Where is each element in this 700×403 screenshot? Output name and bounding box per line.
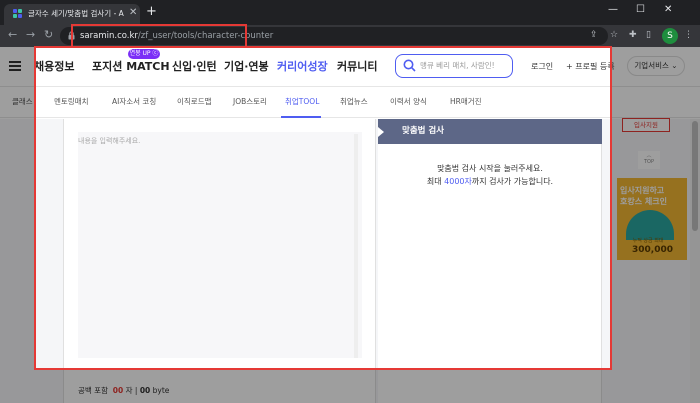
dim-overlay-left (0, 47, 34, 403)
back-button[interactable]: ← (8, 28, 17, 42)
reload-button[interactable]: ↻ (44, 28, 53, 42)
sidepanel-icon[interactable]: ▯ (646, 29, 651, 41)
browser-tabstrip: 글자수 세기/맞춤법 검사기 - AI ✕ + — ☐ ✕ (0, 0, 700, 25)
profile-avatar[interactable]: S (662, 28, 678, 44)
star-icon[interactable]: ☆ (610, 29, 618, 41)
close-window-button[interactable]: ✕ (664, 3, 672, 17)
new-tab-button[interactable]: + (146, 5, 157, 19)
minimize-button[interactable]: — (608, 3, 618, 17)
url-highlight-box (71, 24, 247, 48)
maximize-button[interactable]: ☐ (636, 3, 645, 17)
extensions-icon[interactable]: ✚ (629, 29, 637, 41)
content-highlight-box (34, 46, 612, 370)
dim-overlay-right (612, 47, 700, 403)
forward-button[interactable]: → (26, 28, 35, 42)
dim-overlay-bottom (34, 370, 612, 403)
menu-dots-icon[interactable]: ⋮ (684, 29, 693, 41)
share-icon[interactable]: ⇪ (590, 29, 598, 41)
tab-title: 글자수 세기/맞춤법 검사기 - AI (28, 9, 124, 18)
browser-tab[interactable]: 글자수 세기/맞춤법 검사기 - AI ✕ (4, 4, 140, 25)
tab-close-icon[interactable]: ✕ (129, 7, 137, 19)
saramin-favicon-icon (13, 9, 23, 19)
